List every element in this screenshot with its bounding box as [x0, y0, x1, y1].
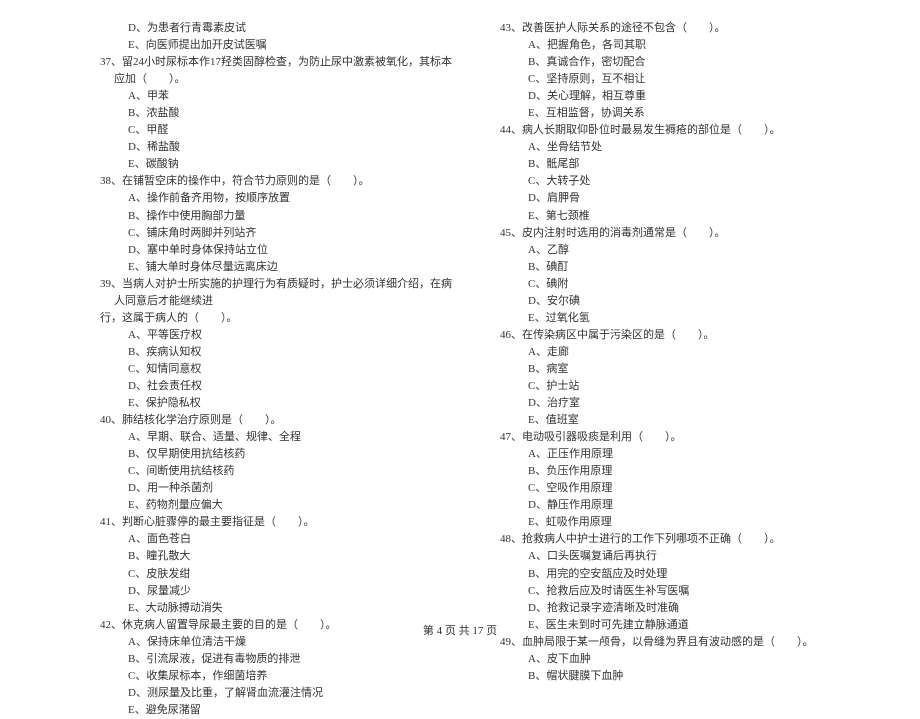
answer-option: D、稀盐酸 — [100, 139, 460, 156]
answer-option: C、知情同意权 — [100, 361, 460, 378]
question-stem: 行，这属于病人的（ ）。 — [100, 310, 460, 327]
page-footer: 第 4 页 共 17 页 — [0, 622, 920, 638]
answer-option: D、静压作用原理 — [500, 497, 860, 514]
answer-option: C、碘附 — [500, 276, 860, 293]
answer-option: C、收集尿标本，作细菌培养 — [100, 668, 460, 685]
answer-option: B、瞳孔散大 — [100, 548, 460, 565]
answer-option: D、测尿量及比重，了解肾血流灌注情况 — [100, 685, 460, 702]
answer-option: B、浓盐酸 — [100, 105, 460, 122]
answer-option: C、甲醛 — [100, 122, 460, 139]
answer-option: B、帽状腱膜下血肿 — [500, 668, 860, 685]
answer-option: B、仅早期使用抗结核药 — [100, 446, 460, 463]
answer-option: E、虹吸作用原理 — [500, 514, 860, 531]
answer-option: A、走廊 — [500, 344, 860, 361]
answer-option: C、坚持原则，互不相让 — [500, 71, 860, 88]
answer-option: B、负压作用原理 — [500, 463, 860, 480]
answer-option: D、抢救记录字迹清晰及时准确 — [500, 600, 860, 617]
answer-option: D、尿量减少 — [100, 583, 460, 600]
answer-option: B、真诚合作，密切配合 — [500, 54, 860, 71]
answer-option: C、空吸作用原理 — [500, 480, 860, 497]
question-stem: 45、皮内注射时选用的消毒剂通常是（ ）。 — [500, 225, 860, 242]
answer-option: E、碳酸钠 — [100, 156, 460, 173]
answer-option: A、正压作用原理 — [500, 446, 860, 463]
answer-option: D、治疗室 — [500, 395, 860, 412]
answer-option: E、大动脉搏动消失 — [100, 600, 460, 617]
answer-option: E、过氧化氢 — [500, 310, 860, 327]
answer-option: E、第七颈椎 — [500, 208, 860, 225]
answer-option: C、皮肤发绀 — [100, 566, 460, 583]
answer-option: E、互相监督，协调关系 — [500, 105, 860, 122]
answer-option: A、平等医疗权 — [100, 327, 460, 344]
question-stem: 44、病人长期取仰卧位时最易发生褥疮的部位是（ ）。 — [500, 122, 860, 139]
answer-option: D、为患者行青霉素皮试 — [100, 20, 460, 37]
answer-option: C、大转子处 — [500, 173, 860, 190]
answer-option: B、操作中使用胸部力量 — [100, 208, 460, 225]
question-stem: 40、肺结核化学治疗原则是（ ）。 — [100, 412, 460, 429]
answer-option: E、向医师提出加开皮试医嘱 — [100, 37, 460, 54]
answer-option: B、引流尿液，促进有毒物质的排泄 — [100, 651, 460, 668]
page-content: D、为患者行青霉素皮试E、向医师提出加开皮试医嘱37、留24小时尿标本作17羟类… — [0, 0, 920, 610]
answer-option: A、坐骨结节处 — [500, 139, 860, 156]
answer-option: B、骶尾部 — [500, 156, 860, 173]
right-column: 43、改善医护人际关系的途径不包含（ ）。A、把握角色，各司其职B、真诚合作，密… — [500, 20, 860, 570]
answer-option: B、病室 — [500, 361, 860, 378]
answer-option: D、社会责任权 — [100, 378, 460, 395]
answer-option: E、铺大单时身体尽量远离床边 — [100, 259, 460, 276]
answer-option: E、药物剂量应偏大 — [100, 497, 460, 514]
answer-option: D、用一种杀菌剂 — [100, 480, 460, 497]
answer-option: C、抢救后应及时请医生补写医嘱 — [500, 583, 860, 600]
answer-option: A、早期、联合、适量、规律、全程 — [100, 429, 460, 446]
answer-option: A、把握角色，各司其职 — [500, 37, 860, 54]
answer-option: C、护士站 — [500, 378, 860, 395]
answer-option: B、碘酊 — [500, 259, 860, 276]
answer-option: D、肩胛骨 — [500, 190, 860, 207]
answer-option: B、用完的空安瓿应及时处理 — [500, 566, 860, 583]
answer-option: D、安尔碘 — [500, 293, 860, 310]
answer-option: E、值班室 — [500, 412, 860, 429]
left-column: D、为患者行青霉素皮试E、向医师提出加开皮试医嘱37、留24小时尿标本作17羟类… — [100, 20, 460, 570]
question-stem: 47、电动吸引器吸痰是利用（ ）。 — [500, 429, 860, 446]
answer-option: A、口头医嘱复诵后再执行 — [500, 548, 860, 565]
question-stem: 43、改善医护人际关系的途径不包含（ ）。 — [500, 20, 860, 37]
answer-option: E、避免尿潴留 — [100, 702, 460, 719]
answer-option: D、塞中单时身体保持站立位 — [100, 242, 460, 259]
answer-option: A、操作前备齐用物，按顺序放置 — [100, 190, 460, 207]
answer-option: A、乙醇 — [500, 242, 860, 259]
question-stem: 46、在传染病区中属于污染区的是（ ）。 — [500, 327, 860, 344]
question-stem: 48、抢救病人中护士进行的工作下列哪项不正确（ ）。 — [500, 531, 860, 548]
answer-option: A、面色苍白 — [100, 531, 460, 548]
answer-option: C、铺床角时两脚并列站齐 — [100, 225, 460, 242]
question-stem: 38、在铺暂空床的操作中，符合节力原则的是（ ）。 — [100, 173, 460, 190]
answer-option: B、疾病认知权 — [100, 344, 460, 361]
answer-option: E、保护隐私权 — [100, 395, 460, 412]
question-stem: 37、留24小时尿标本作17羟类固醇检查，为防止尿中激素被氧化，其标本应加（ ）… — [100, 54, 460, 88]
answer-option: A、甲苯 — [100, 88, 460, 105]
question-stem: 39、当病人对护士所实施的护理行为有质疑时，护士必须详细介绍，在病人同意后才能继… — [100, 276, 460, 310]
answer-option: A、皮下血肿 — [500, 651, 860, 668]
question-stem: 41、判断心脏骤停的最主要指征是（ ）。 — [100, 514, 460, 531]
answer-option: C、间断使用抗结核药 — [100, 463, 460, 480]
answer-option: D、关心理解，相互尊重 — [500, 88, 860, 105]
